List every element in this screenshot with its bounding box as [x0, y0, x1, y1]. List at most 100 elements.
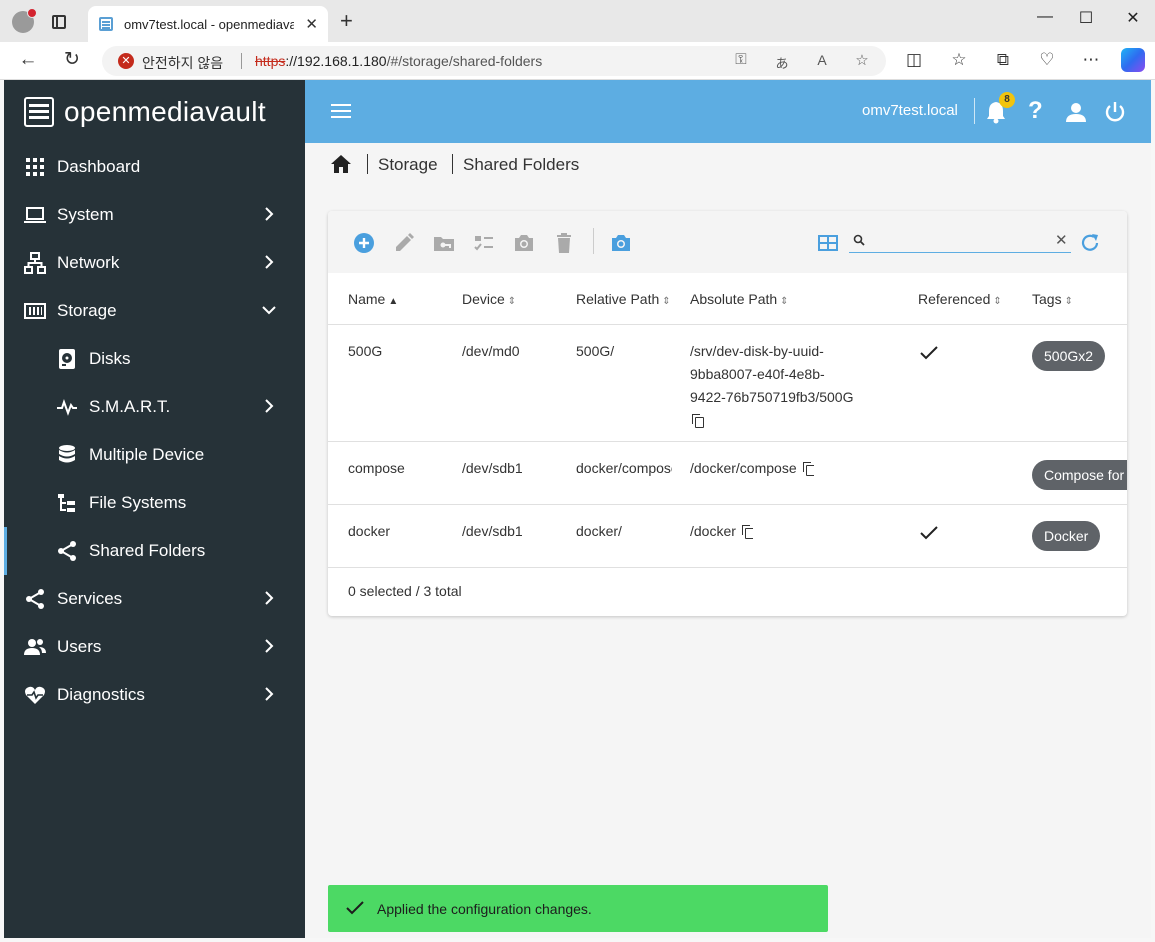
cell-absolute-path: /docker [690, 520, 753, 543]
sidebar-item-smart[interactable]: S.M.A.R.T. [4, 383, 305, 431]
cell-name: 500G [348, 343, 383, 359]
insecure-icon[interactable]: ✕ [118, 53, 134, 69]
new-tab-button[interactable]: + [340, 10, 353, 32]
column-header-referenced[interactable]: Referenced ⇕ [918, 291, 1002, 307]
home-icon[interactable] [330, 154, 352, 174]
minimize-button[interactable]: — [1033, 8, 1057, 26]
sidebar-item-storage[interactable]: Storage [4, 287, 305, 335]
folder-permissions-icon[interactable] [433, 232, 455, 254]
cell-device: /dev/sdb1 [462, 460, 523, 476]
sidebar-item-label: Diagnostics [57, 685, 145, 704]
sidebar-item-network[interactable]: Network [4, 239, 305, 287]
favorites-icon[interactable]: ☆ [947, 50, 971, 70]
sidebar-item-system[interactable]: System [4, 191, 305, 239]
sidebar-item-users[interactable]: Users [4, 623, 305, 671]
laptop-icon [24, 207, 46, 223]
favorite-star-icon[interactable]: ☆ [852, 51, 872, 69]
browser-tab[interactable]: omv7test.local - openmediavault ✕ [88, 6, 328, 42]
copilot-icon[interactable] [1121, 48, 1145, 72]
split-screen-icon[interactable]: ◫ [902, 50, 926, 70]
column-header-relative-path[interactable]: Relative Path ⇕ [576, 291, 671, 307]
column-header-absolute-path[interactable]: Absolute Path ⇕ [690, 291, 789, 307]
favicon-icon [99, 17, 113, 31]
breadcrumb-storage[interactable]: Storage [378, 155, 438, 175]
sidebar-item-label: Users [57, 637, 102, 656]
network-icon [24, 252, 46, 274]
cell-name: compose [348, 460, 405, 476]
share-icon [26, 589, 44, 609]
share-icon [58, 541, 76, 561]
search-field[interactable]: ✕ [849, 231, 1071, 253]
table-row[interactable]: 500G /dev/md0 500G/ /srv/dev-disk-by-uui… [328, 326, 1127, 442]
camera-icon[interactable] [610, 232, 632, 254]
column-header-name[interactable]: Name ▲ [348, 291, 398, 307]
key-icon[interactable]: ⚿ [731, 51, 751, 68]
sidebar-item-file-systems[interactable]: File Systems [4, 479, 305, 527]
translate-icon[interactable]: あ [772, 53, 792, 72]
column-header-label: Relative Path [576, 291, 660, 307]
tab-close-button[interactable]: ✕ [305, 15, 318, 33]
power-icon[interactable] [1104, 101, 1126, 123]
collections-icon[interactable]: ⧉ [991, 50, 1015, 70]
sidebar-item-disks[interactable]: Disks [4, 335, 305, 383]
tab-strip: omv7test.local - openmediavault ✕ + — ☐ … [0, 0, 1155, 42]
read-aloud-icon[interactable]: A [812, 52, 832, 68]
clear-search-icon[interactable]: ✕ [1055, 231, 1068, 251]
sidebar-item-shared-folders[interactable]: Shared Folders [4, 527, 305, 575]
add-icon[interactable] [353, 232, 375, 254]
chevron-right-icon [265, 399, 274, 413]
cell-relative-path: docker/ [576, 523, 622, 539]
absolute-path-line: 9bba8007-e40f-4e8b- [690, 366, 825, 382]
column-chooser-icon[interactable] [817, 232, 839, 254]
sidebar-item-services[interactable]: Services [4, 575, 305, 623]
copy-icon[interactable] [741, 525, 753, 539]
security-label[interactable]: 안전하지 않음 [142, 53, 223, 73]
column-header-label: Tags [1032, 291, 1062, 307]
sidebar-item-label: System [57, 205, 114, 224]
table-row[interactable]: docker /dev/sdb1 docker/ /docker Docker [328, 506, 1127, 568]
sidebar-item-dashboard[interactable]: Dashboard [4, 143, 305, 191]
absolute-path-text: /docker [690, 523, 736, 539]
sort-icon: ⇕ [780, 296, 789, 307]
refresh-icon[interactable] [1079, 232, 1101, 254]
sort-icon: ⇕ [1064, 296, 1073, 307]
sidebar-item-multiple-device[interactable]: Multiple Device [4, 431, 305, 479]
tag-chip: Compose for [1032, 460, 1127, 490]
acl-list-icon[interactable] [473, 232, 495, 254]
breadcrumb-shared-folders: Shared Folders [463, 155, 580, 174]
sidebar-item-label: Disks [89, 349, 131, 368]
more-menu-icon[interactable]: ⋯ [1079, 50, 1103, 70]
pulse-icon [57, 398, 77, 416]
column-header-tags[interactable]: Tags ⇕ [1032, 291, 1073, 307]
breadcrumb-separator [452, 154, 453, 174]
shared-folders-card: ✕ Name ▲ Device ⇕ Relative Path ⇕ Absolute … [328, 211, 1127, 616]
omnibox[interactable]: ✕ 안전하지 않음 https://192.168.1.180/#/storag… [102, 46, 886, 76]
table-row[interactable]: compose /dev/sdb1 docker/compose/ /docke… [328, 443, 1127, 505]
delete-icon[interactable] [553, 232, 575, 254]
checkmark-icon [920, 526, 938, 540]
chevron-right-icon [265, 639, 274, 653]
profile-avatar[interactable] [12, 8, 37, 33]
column-header-device[interactable]: Device ⇕ [462, 291, 516, 307]
reload-button[interactable]: ↻ [60, 50, 84, 70]
back-button[interactable]: ← [16, 50, 40, 70]
menu-icon[interactable] [331, 104, 351, 118]
sidebar-item-diagnostics[interactable]: Diagnostics [4, 671, 305, 719]
copy-icon[interactable] [802, 462, 814, 476]
search-input[interactable] [869, 231, 1049, 251]
copy-icon[interactable] [692, 414, 704, 428]
edit-icon[interactable] [393, 232, 415, 254]
cell-name: docker [348, 523, 391, 539]
close-window-button[interactable]: ✕ [1121, 8, 1145, 28]
browser-essentials-icon[interactable]: ♡ [1035, 50, 1059, 70]
success-toast[interactable]: Applied the configuration changes. [328, 885, 828, 932]
omv-app: openmediavault Dashboard System Network … [4, 80, 1151, 938]
help-icon[interactable]: ? [1028, 97, 1043, 125]
user-icon[interactable] [1065, 101, 1087, 123]
tab-actions-icon[interactable] [52, 15, 66, 29]
maximize-button[interactable]: ☐ [1074, 8, 1098, 28]
snapshot-icon[interactable] [513, 232, 535, 254]
sidebar-item-label: Multiple Device [89, 445, 205, 464]
url-text[interactable]: https://192.168.1.180/#/storage/shared-f… [255, 53, 542, 69]
sidebar: openmediavault Dashboard System Network … [4, 80, 305, 938]
